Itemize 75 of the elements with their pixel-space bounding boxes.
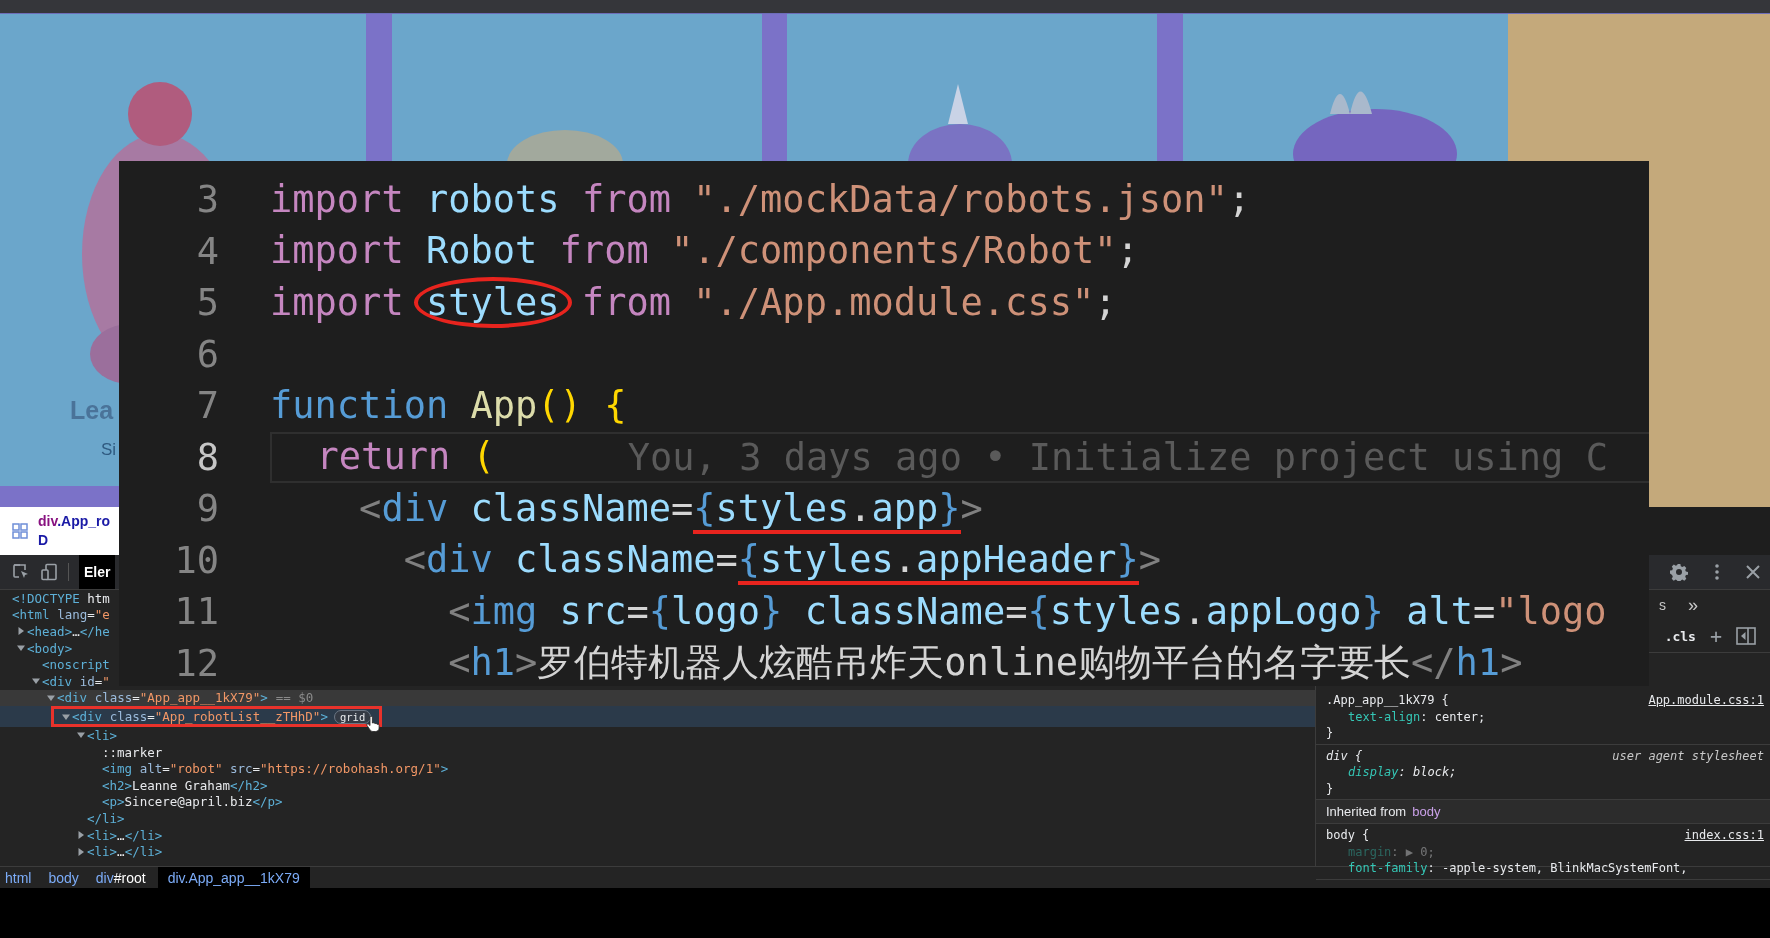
dom-node[interactable]: <img alt="robot" src="https://robohash.org/1">: [102, 761, 449, 777]
dom-node[interactable]: <div class="App_robotList__zTHhD">: [72, 709, 328, 725]
css-selector: div {: [1326, 747, 1363, 764]
dom-node[interactable]: <li>…</li>: [87, 844, 163, 860]
breadcrumb-item[interactable]: div.App_app__1kX79: [157, 867, 310, 888]
dom-node[interactable]: <p>Sincere@april.biz</p>: [102, 794, 283, 810]
css-declaration: margin: ▶ 0;: [1347, 843, 1436, 860]
grid-icon: [12, 523, 28, 539]
caret-down-icon[interactable]: [77, 731, 85, 740]
breadcrumb-item[interactable]: html: [0, 867, 44, 888]
css-declaration: text-align: center;: [1347, 708, 1487, 725]
code-line: <div className={styles.app}>: [359, 483, 983, 534]
code-line: return (: [316, 434, 495, 481]
line-number: 9: [195, 487, 219, 531]
source-link[interactable]: App.module.css:1: [1648, 692, 1764, 709]
git-blame-annotation: You, 3 days ago • Initialize project using C: [627, 435, 1608, 479]
css-selector: .App_app__1kX79 {: [1326, 692, 1449, 709]
dom-node[interactable]: <noscript: [42, 657, 110, 673]
closing-brace: }: [1326, 725, 1335, 742]
code-line: <div className={styles.appHeader}>: [403, 535, 1162, 586]
line-number: 11: [173, 590, 219, 634]
dom-node[interactable]: <div class="App_app__1kX79">: [57, 690, 268, 706]
new-rule-button[interactable]: +: [1709, 624, 1722, 648]
device-toolbar-icon[interactable]: [40, 563, 58, 581]
code-line: import Robot from "./components/Robot";: [270, 228, 1139, 275]
closing-brace: }: [1326, 780, 1335, 797]
stylesheet-origin: user agent stylesheet: [1612, 747, 1764, 764]
panel-tab[interactable]: Eler: [79, 555, 116, 589]
dom-node[interactable]: <li>…</li>: [87, 827, 163, 843]
breadcrumb-item[interactable]: body: [43, 867, 91, 888]
code-line: function App() {: [270, 382, 627, 429]
settings-icon[interactable]: [1670, 563, 1688, 581]
dom-node[interactable]: <body>: [27, 640, 73, 656]
code-line: <h1>罗伯特机器人炫酷吊炸天online购物平台的名字要长</h1>: [448, 640, 1523, 686]
close-icon[interactable]: [1746, 565, 1760, 579]
sidebar-toggle-icon[interactable]: [1736, 627, 1756, 645]
sidebar-tab[interactable]: s: [1659, 597, 1666, 613]
dom-node[interactable]: <!DOCTYPE htm: [12, 590, 110, 606]
more-tabs-button[interactable]: »: [1688, 594, 1698, 616]
caret-down-icon[interactable]: [17, 644, 25, 653]
line-number: 3: [195, 178, 219, 222]
element-label: div.App_ro D: [38, 512, 111, 550]
line-number: 5: [195, 281, 219, 325]
css-declaration: display: block;: [1347, 764, 1458, 781]
inspect-icon[interactable]: [12, 563, 30, 581]
dom-node[interactable]: <h2>Leanne Graham</h2>: [102, 777, 268, 793]
dom-node[interactable]: <div id=": [42, 673, 110, 689]
line-number: 8: [195, 435, 219, 479]
dom-node[interactable]: <li>: [87, 727, 118, 743]
caret-down-icon[interactable]: [62, 712, 70, 721]
grid-badge[interactable]: grid: [333, 709, 372, 724]
console-reference: == $0: [275, 690, 314, 706]
breadcrumb-item[interactable]: div#root: [90, 867, 158, 888]
code-line: import styles from "./App.module.css";: [270, 277, 1117, 328]
email-text: Si: [101, 440, 117, 460]
inherited-label: Inherited from: [1326, 804, 1407, 819]
dom-node[interactable]: <html lang="e: [12, 607, 110, 623]
hand-cursor-icon: [366, 716, 380, 733]
line-number: 7: [195, 384, 219, 428]
inherited-element-link[interactable]: body: [1412, 804, 1441, 819]
cls-button[interactable]: .cls: [1664, 628, 1696, 644]
line-number: 6: [195, 332, 219, 376]
dom-node[interactable]: <head>…</he: [27, 624, 110, 639]
css-selector: body {: [1326, 827, 1370, 844]
code-line: <img src={logo} className={styles.appLogo} alt="logo: [448, 588, 1607, 635]
css-declaration: font-family: -apple-system, BlinkMacSystemFont,: [1347, 860, 1689, 877]
code-line: import robots from "./mockData/robots.json";: [270, 176, 1251, 223]
source-link[interactable]: index.css:1: [1684, 827, 1764, 844]
more-options-icon[interactable]: [1714, 563, 1720, 581]
line-number: 4: [195, 229, 219, 273]
line-number: 10: [173, 538, 219, 582]
dom-node[interactable]: ::marker: [102, 744, 163, 760]
caret-right-icon[interactable]: [17, 627, 25, 636]
dom-node[interactable]: </li>: [87, 810, 125, 826]
line-number: 12: [173, 641, 219, 685]
